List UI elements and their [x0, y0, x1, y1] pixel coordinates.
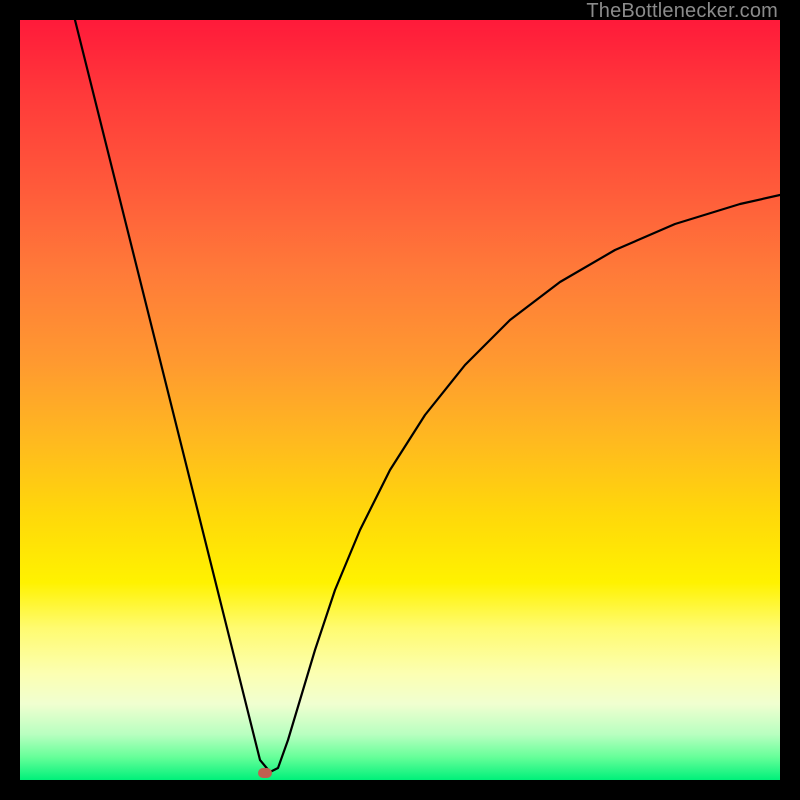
curve-layer — [20, 20, 780, 780]
plot-area — [20, 20, 780, 780]
optimal-point-marker — [258, 768, 272, 778]
bottleneck-curve — [75, 20, 780, 772]
